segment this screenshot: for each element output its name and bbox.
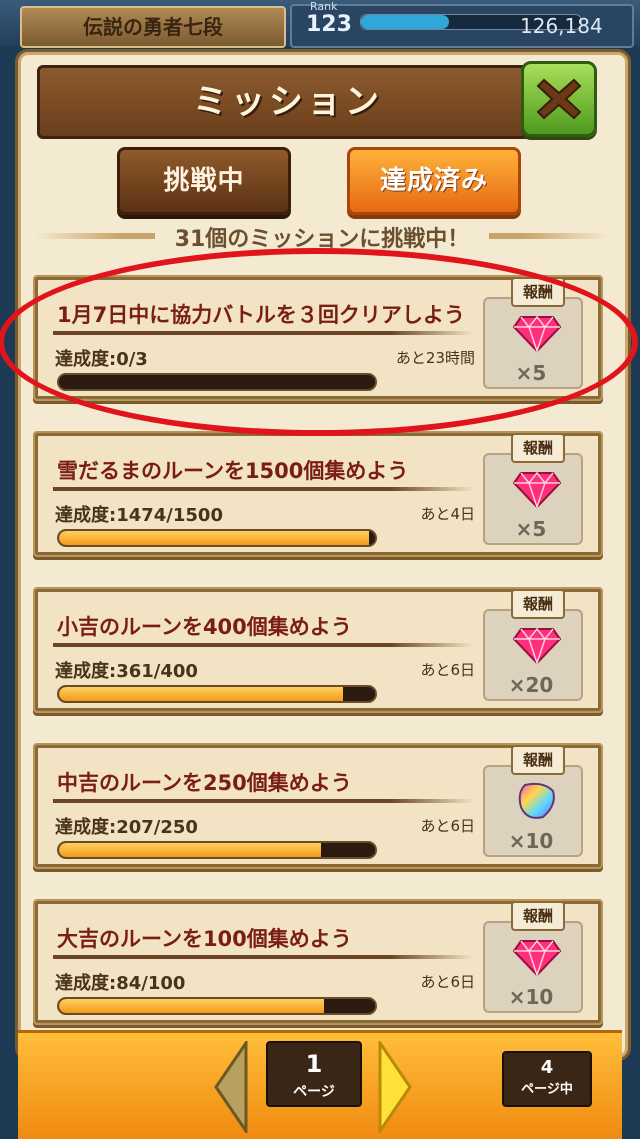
mission-time-left: あと23時間 — [395, 349, 475, 367]
mission-card: 1月7日中に協力バトルを３回クリアしよう 達成度:0/3 あと23時間 報酬 ×… — [33, 275, 603, 401]
rank-level: 123 — [306, 12, 352, 37]
mission-time-left: あと4日 — [420, 505, 475, 523]
pagination-bar: 1 ページ 4 ページ中 — [18, 1030, 622, 1139]
mission-progress-text: 達成度:84/100 — [55, 973, 186, 994]
mission-title-rule — [53, 331, 473, 335]
mission-list[interactable]: 1月7日中に協力バトルを３回クリアしよう 達成度:0/3 あと23時間 報酬 ×… — [33, 275, 613, 1035]
current-page-unit: ページ — [293, 1084, 335, 1100]
mission-progress-fill — [59, 531, 369, 545]
mission-title: 大吉のルーンを100個集めよう — [57, 927, 352, 951]
mission-time-left: あと6日 — [420, 817, 475, 835]
reward-count: ×10 — [508, 829, 554, 853]
mission-title: 1月7日中に協力バトルを３回クリアしよう — [57, 303, 465, 327]
mission-progress-bar — [57, 529, 377, 547]
mission-title: 中吉のルーンを250個集めよう — [57, 771, 352, 795]
mission-progress-bar — [57, 997, 377, 1015]
rank-points: 126,184 — [520, 14, 603, 38]
rank-progress-fill — [361, 15, 449, 29]
mission-card: 小吉のルーンを400個集めよう 達成度:361/400 あと6日 報酬 ×20 — [33, 587, 603, 713]
reward-label: 報酬 — [511, 433, 565, 463]
mission-progress-bar — [57, 841, 377, 859]
mission-progress-fill — [59, 843, 322, 857]
mission-dialog: ミッション 挑戦中 達成済み 31個のミッションに挑戦中！ 1月7日中に協力バト… — [18, 52, 628, 1058]
tab-completed[interactable]: 達成済み — [347, 147, 521, 215]
next-page-arrow-icon[interactable] — [378, 1041, 412, 1133]
reward-label: 報酬 — [511, 745, 565, 775]
mission-progress-text: 達成度:361/400 — [55, 661, 198, 682]
gem-icon — [513, 627, 561, 665]
mission-title: 雪だるまのルーンを1500個集めよう — [57, 459, 409, 483]
total-pages-number: 4 — [540, 1057, 554, 1078]
mission-title: 小吉のルーンを400個集めよう — [57, 615, 352, 639]
gem-icon — [513, 471, 561, 509]
mission-progress-text: 達成度:207/250 — [55, 817, 198, 838]
rank-title: 伝説の勇者七段 — [20, 6, 286, 48]
total-pages: 4 ページ中 — [502, 1051, 592, 1107]
mission-progress-bar — [57, 685, 377, 703]
gem-icon — [513, 939, 561, 977]
mission-title-rule — [53, 643, 473, 647]
current-page: 1 ページ — [266, 1041, 362, 1107]
dialog-title: ミッション — [193, 82, 383, 122]
mission-progress-fill — [59, 999, 325, 1013]
mission-count-banner: 31個のミッションに挑戦中！ — [35, 221, 609, 253]
mission-time-left: あと6日 — [420, 661, 475, 679]
mission-progress-bar — [57, 373, 377, 391]
dialog-header: ミッション — [37, 65, 539, 139]
reward-label: 報酬 — [511, 901, 565, 931]
mission-card: 雪だるまのルーンを1500個集めよう 達成度:1474/1500 あと4日 報酬… — [33, 431, 603, 557]
mission-progress-text: 達成度:0/3 — [55, 349, 148, 370]
tab-in-progress[interactable]: 挑戦中 — [117, 147, 291, 215]
reward-label: 報酬 — [511, 589, 565, 619]
mission-time-left: あと6日 — [420, 973, 475, 991]
close-x-icon — [536, 78, 582, 120]
gem-icon — [513, 315, 561, 353]
rainbow-rune-icon — [518, 782, 555, 819]
mission-title-rule — [53, 487, 473, 491]
mission-title-rule — [53, 955, 473, 959]
mission-card: 中吉のルーンを250個集めよう 達成度:207/250 あと6日 報酬 ×10 — [33, 743, 603, 869]
mission-title-rule — [53, 799, 473, 803]
reward-label: 報酬 — [511, 277, 565, 307]
current-page-number: 1 — [305, 1050, 323, 1078]
mission-progress-text: 達成度:1474/1500 — [55, 505, 223, 526]
mission-count-text: 31個のミッションに挑戦中！ — [155, 221, 489, 253]
close-button[interactable] — [521, 61, 597, 137]
total-pages-unit: ページ中 — [521, 1082, 573, 1097]
reward-count: ×20 — [508, 673, 554, 697]
reward-count: ×5 — [515, 361, 547, 385]
mission-card: 大吉のルーンを100個集めよう 達成度:84/100 あと6日 報酬 ×10 — [33, 899, 603, 1025]
reward-count: ×10 — [508, 985, 554, 1009]
mission-progress-fill — [59, 687, 344, 701]
reward-count: ×5 — [515, 517, 547, 541]
previous-page-arrow-icon[interactable] — [214, 1041, 248, 1133]
status-bar: 伝説の勇者七段 Rank 123 126,184 — [0, 0, 640, 48]
